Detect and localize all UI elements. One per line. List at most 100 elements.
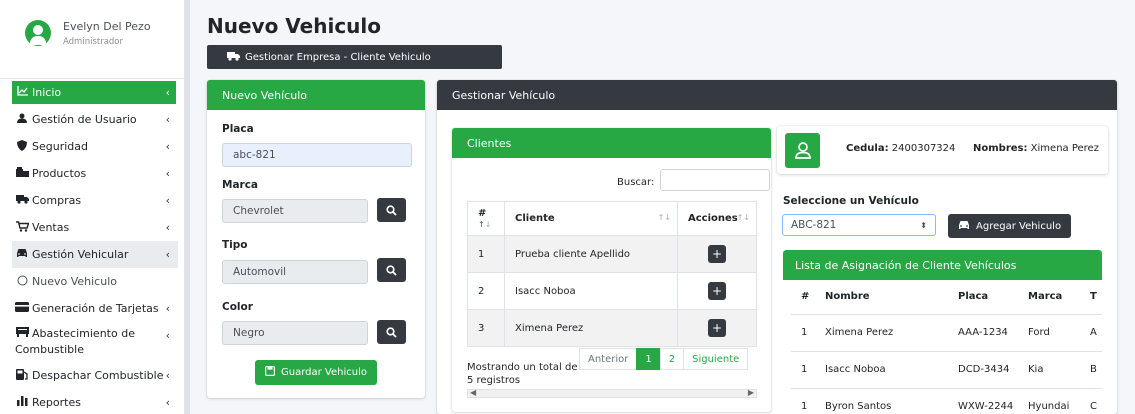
scroll-left-icon[interactable]: ◀ — [470, 388, 476, 397]
sidebar-item-label: Seguridad — [32, 140, 88, 153]
row-nombre: Byron Santos — [815, 388, 948, 414]
column-header-acciones[interactable]: Acciones ↑↓ — [677, 201, 757, 236]
table-row: 1 Isacc Noboa DCD-3434 Kia B — [791, 351, 1102, 389]
color-input[interactable]: Negro — [222, 321, 368, 345]
assignment-list-card: Lista de Asignación de Cliente Vehículos… — [783, 250, 1102, 414]
manage-button-label: Gestionar Empresa - Cliente Vehiculo — [245, 51, 431, 63]
column-header-number[interactable]: # — [791, 280, 815, 315]
page-1-button[interactable]: 1 — [636, 348, 661, 370]
sidebar-item-inicio[interactable]: Inicio ‹ — [12, 81, 176, 104]
dispatch-icon — [15, 368, 29, 383]
chevron-left-icon: ‹ — [165, 302, 170, 315]
search-marca-button[interactable] — [377, 198, 406, 222]
color-label: Color — [222, 301, 253, 313]
chevron-left-icon: ‹ — [165, 113, 170, 126]
marca-input[interactable]: Chevrolet — [222, 199, 368, 223]
sidebar-item-nuevo-vehiculo[interactable]: Nuevo Vehiculo — [0, 268, 184, 295]
sidebar-item-compras[interactable]: Compras ‹ — [0, 187, 184, 214]
selected-client-card: Cedula: 2400307324 Nombres: Ximena Perez — [777, 126, 1108, 174]
user-name[interactable]: Evelyn Del Pezo — [63, 20, 151, 33]
search-icon — [386, 204, 397, 216]
chevron-left-icon: ‹ — [165, 86, 170, 99]
user-role: Administrador — [63, 37, 124, 47]
nombres-info: Nombres: Ximena Perez — [973, 143, 1099, 154]
user-panel: Evelyn Del Pezo Administrador — [0, 0, 184, 78]
vehicle-select-label: Seleccione un Vehículo — [783, 195, 919, 207]
row-marca: Hyundai — [1018, 388, 1080, 414]
sidebar-item-gestion-usuario[interactable]: Gestión de Usuario ‹ — [0, 106, 184, 133]
table-row: 3 Ximena Perez + — [467, 309, 757, 347]
avatar[interactable] — [25, 20, 51, 46]
add-vehicle-label: Agregar Vehiculo — [976, 220, 1062, 232]
manage-company-client-button[interactable]: Gestionar Empresa - Cliente Vehiculo — [207, 45, 502, 69]
sidebar-item-generacion-tarjetas[interactable]: Generación de Tarjetas ‹ — [0, 295, 184, 322]
sidebar-item-seguridad[interactable]: Seguridad ‹ — [0, 133, 184, 160]
save-button-label: Guardar Vehiculo — [281, 367, 367, 378]
row-nombre: Ximena Perez — [815, 314, 948, 352]
table-row: 2 Isacc Noboa + — [467, 272, 757, 310]
cart-icon — [15, 220, 29, 235]
chart-line-icon — [15, 86, 29, 99]
chevron-left-icon: ‹ — [165, 369, 170, 382]
row-cliente: Ximena Perez — [504, 309, 678, 347]
sidebar-item-label: Gestión Vehicular — [32, 248, 129, 261]
column-header-marca[interactable]: Marca — [1018, 280, 1080, 315]
column-header-nombre[interactable]: Nombre — [815, 280, 948, 315]
sidebar-item-label: Inicio — [32, 86, 62, 99]
row-marca: Ford — [1018, 314, 1080, 352]
row-tipo: B — [1080, 351, 1102, 389]
manage-vehicle-card: Gestionar Vehículo Clientes Buscar: # ↑↓… — [437, 80, 1117, 414]
vehicle-select[interactable]: ABC-821 ⬍ — [782, 214, 936, 236]
row-nombre: Isacc Noboa — [815, 351, 948, 389]
sidebar: Evelyn Del Pezo Administrador Inicio ‹ G… — [0, 0, 190, 414]
new-vehicle-card: Nuevo Vehículo Placa abc-821 Marca Chevr… — [207, 80, 425, 398]
search-tipo-button[interactable] — [377, 258, 406, 282]
page-title: Nuevo Vehiculo — [207, 14, 382, 38]
sidebar-item-abastecimiento[interactable]: Abastecimiento de Combustible ‹ — [0, 322, 184, 362]
column-header-placa[interactable]: Placa — [948, 280, 1018, 315]
save-vehicle-button[interactable]: Guardar Vehiculo — [255, 360, 377, 385]
placa-input[interactable]: abc-821 — [222, 143, 412, 167]
chevron-left-icon: ‹ — [165, 140, 170, 153]
sidebar-item-ventas[interactable]: Ventas ‹ — [0, 214, 184, 241]
row-cliente: Isacc Noboa — [504, 272, 678, 310]
row-tipo: A — [1080, 314, 1102, 352]
page-2-button[interactable]: 2 — [659, 348, 685, 370]
row-cliente: Prueba cliente Apellido — [504, 235, 678, 273]
save-icon — [265, 366, 276, 379]
column-header-tipo[interactable]: T — [1080, 280, 1102, 315]
sidebar-item-despachar[interactable]: Despachar Combustible ‹ — [0, 362, 184, 389]
sidebar-item-productos[interactable]: Productos ‹ — [0, 160, 184, 187]
nombres-value: Ximena Perez — [1030, 143, 1099, 154]
cedula-label: Cedula: — [846, 143, 889, 154]
search-color-button[interactable] — [377, 320, 406, 344]
cedula-value: 2400307324 — [891, 143, 956, 154]
search-label: Buscar: — [617, 177, 655, 188]
next-page-button[interactable]: Siguiente — [683, 348, 749, 370]
horizontal-scrollbar[interactable]: ◀ ▶ — [467, 388, 757, 398]
column-header-cliente[interactable]: Cliente ↑↓ — [504, 201, 678, 236]
search-input[interactable] — [660, 169, 770, 191]
prev-page-button[interactable]: Anterior — [579, 348, 638, 370]
column-header-number[interactable]: # ↑↓ — [467, 201, 505, 236]
circle-icon — [15, 275, 29, 289]
tipo-input[interactable]: Automovil — [222, 260, 368, 284]
row-placa: AAA-1234 — [948, 314, 1018, 352]
add-client-button[interactable]: + — [708, 319, 726, 337]
add-vehicle-button[interactable]: Agregar Vehiculo — [948, 214, 1072, 238]
assignment-list-header: Lista de Asignación de Cliente Vehículos — [783, 250, 1102, 280]
bar-chart-icon — [15, 396, 29, 409]
table-row: 1 Ximena Perez AAA-1234 Ford A — [791, 314, 1102, 352]
scroll-right-icon[interactable]: ▶ — [748, 388, 754, 397]
add-client-button[interactable]: + — [708, 282, 726, 300]
chevron-left-icon: ‹ — [165, 221, 170, 234]
chevron-left-icon: ‹ — [165, 396, 170, 409]
sidebar-item-reportes[interactable]: Reportes ‹ — [0, 389, 184, 414]
table-header-row: # ↑↓ Cliente ↑↓ Acciones ↑↓ — [467, 201, 757, 236]
sidebar-item-gestion-vehicular[interactable]: Gestión Vehicular ‹ — [12, 241, 178, 268]
row-placa: DCD-3434 — [948, 351, 1018, 389]
new-vehicle-header: Nuevo Vehículo — [207, 80, 425, 110]
sidebar-item-label: Reportes — [32, 396, 81, 409]
add-client-button[interactable]: + — [708, 245, 726, 263]
products-icon — [15, 167, 29, 180]
